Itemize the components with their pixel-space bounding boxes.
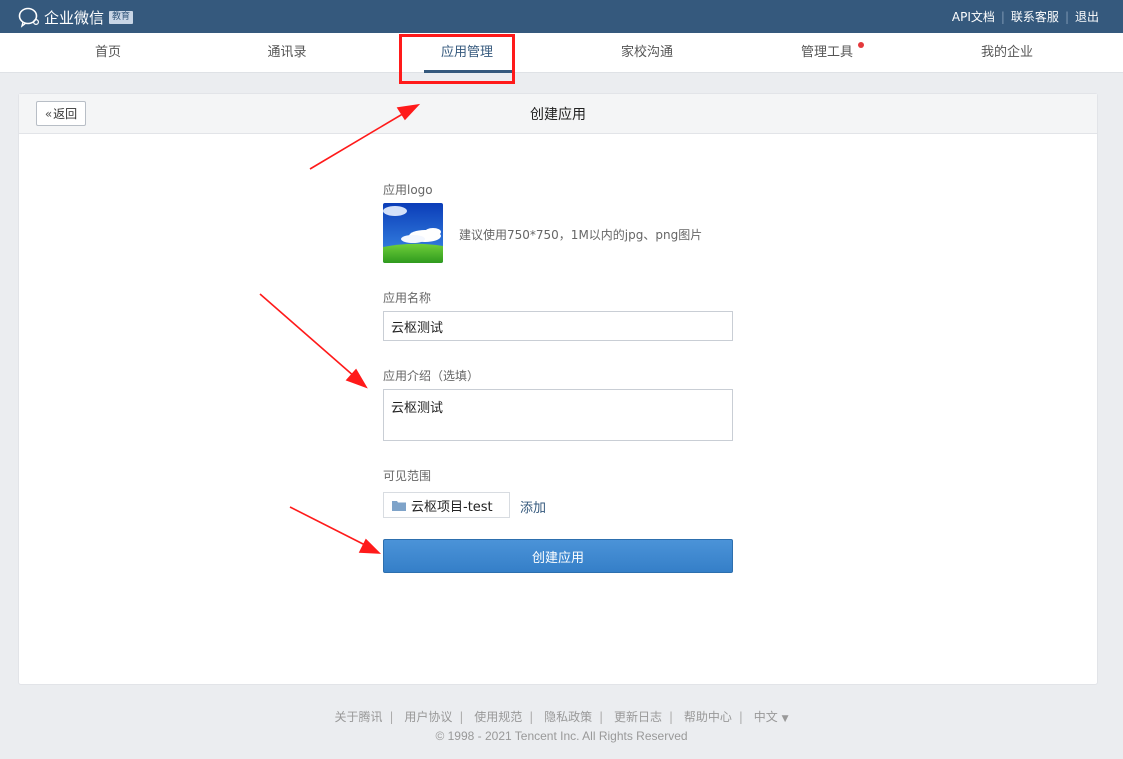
footer-link-rules[interactable]: 使用规范	[474, 710, 522, 724]
top-links: API文档 | 联系客服 | 退出	[952, 0, 1099, 33]
divider: |	[738, 710, 743, 724]
divider: |	[529, 710, 534, 724]
wecom-logo-icon	[18, 7, 40, 28]
copyright: © 1998 - 2021 Tencent Inc. All Rights Re…	[435, 729, 688, 743]
app-intro-textarea[interactable]: 云枢测试	[383, 389, 733, 441]
scope-label: 可见范围	[383, 469, 432, 483]
caret-down-icon: ▼	[781, 714, 789, 724]
sky-grass-image	[383, 203, 443, 263]
divider: |	[389, 710, 394, 724]
brand-name: 企业微信	[44, 8, 105, 27]
divider: |	[669, 710, 674, 724]
tab-management-tools[interactable]: 管理工具	[767, 33, 887, 73]
add-scope-link[interactable]: 添加	[520, 497, 546, 516]
tab-contacts[interactable]: 通讯录	[227, 33, 347, 73]
scope-item-label: 云枢项目-test	[411, 499, 493, 515]
edu-badge: 教育	[109, 10, 134, 24]
divider: |	[459, 710, 464, 724]
divider: |	[1000, 9, 1005, 24]
contact-support-link[interactable]: 联系客服	[1011, 8, 1059, 25]
logo-label: 应用logo	[383, 183, 433, 197]
folder-icon	[392, 500, 406, 511]
scope-item[interactable]: 云枢项目-test	[383, 492, 510, 518]
logo-hint: 建议使用750*750，1M以内的jpg、png图片	[459, 228, 703, 242]
footer-link-changelog[interactable]: 更新日志	[614, 710, 662, 724]
divider: |	[1064, 9, 1069, 24]
divider: |	[599, 710, 604, 724]
page-title: 创建应用	[530, 107, 586, 123]
name-label: 应用名称	[383, 291, 432, 305]
brand[interactable]: 企业微信 教育	[18, 6, 134, 28]
footer-link-about[interactable]: 关于腾讯	[334, 710, 382, 724]
footer-links: 关于腾讯 | 用户协议 | 使用规范 | 隐私政策 | 更新日志 | 帮助中心 | 中文 ▼	[0, 708, 1123, 725]
footer-link-terms[interactable]: 用户协议	[404, 710, 452, 724]
intro-label: 应用介绍（选填）	[383, 369, 480, 383]
notification-dot	[858, 42, 864, 48]
app-name-input[interactable]	[383, 311, 733, 341]
top-bar: 企业微信 教育 API文档 | 联系客服 | 退出	[0, 0, 1123, 33]
api-docs-link[interactable]: API文档	[952, 8, 995, 25]
tab-home[interactable]: 首页	[48, 33, 168, 73]
main-nav: 首页 通讯录 应用管理 家校沟通 管理工具 我的企业	[0, 33, 1123, 73]
tab-home-school[interactable]: 家校沟通	[587, 33, 707, 73]
logout-link[interactable]: 退出	[1075, 8, 1099, 25]
app-logo-upload[interactable]	[383, 203, 443, 263]
annotation-highlight-box	[399, 34, 515, 84]
create-app-button[interactable]: 创建应用	[383, 539, 733, 573]
footer-link-privacy[interactable]: 隐私政策	[544, 710, 592, 724]
language-selector[interactable]: 中文 ▼	[754, 710, 789, 724]
footer-link-help[interactable]: 帮助中心	[684, 710, 732, 724]
tab-my-company[interactable]: 我的企业	[947, 33, 1067, 73]
panel-header: « 返回 创建应用	[19, 94, 1097, 134]
language-label: 中文	[753, 710, 778, 724]
